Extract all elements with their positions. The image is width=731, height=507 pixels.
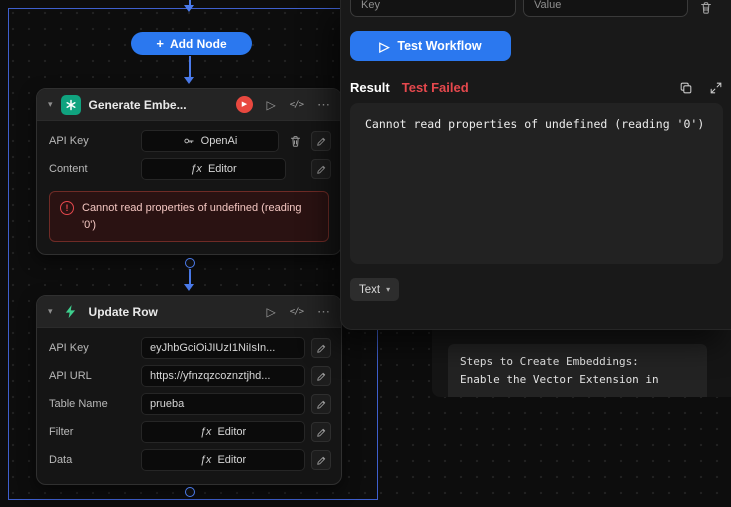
expand-icon[interactable] [709, 81, 723, 95]
field-row-content: Content ƒx Editor [37, 155, 341, 183]
field-row-table-name: Table Name prueba [37, 390, 341, 418]
more-icon[interactable]: ⋯ [317, 97, 330, 113]
output-port[interactable] [185, 258, 195, 268]
node-header: ▾ Update Row ▷ </> ⋯ [37, 296, 341, 328]
api-key-field[interactable]: OpenAi [141, 130, 279, 152]
api-url-field[interactable]: https://yfnzqzcoznztjhd... [141, 365, 305, 387]
code-line: Steps to Create Embeddings: [460, 355, 639, 368]
field-label: Table Name [49, 398, 108, 410]
edge-arrow-top [184, 5, 194, 12]
trash-icon[interactable] [285, 131, 305, 151]
field-label: API Key [49, 342, 89, 354]
chevron-down-icon[interactable]: ▾ [48, 306, 53, 317]
openai-icon [60, 94, 81, 115]
edit-pencil-icon[interactable] [311, 159, 331, 179]
data-editor-field[interactable]: ƒx Editor [141, 449, 305, 471]
result-status-badge: Test Failed [401, 80, 469, 95]
workflow-canvas[interactable]: + Add Node ▾ Generate Embe... ▶ ▷ </> ⋯ … [0, 0, 731, 507]
node-body: API Key eyJhbGciOiJIUzI1NiIsIn... API UR… [37, 328, 341, 484]
api-key-field[interactable]: eyJhbGciOiJIUzI1NiIsIn... [141, 337, 305, 359]
error-icon: ! [60, 201, 74, 215]
field-label: API Key [49, 135, 89, 147]
node-generate-embeddings[interactable]: ▾ Generate Embe... ▶ ▷ </> ⋯ API Key Ope… [36, 88, 342, 255]
field-row-filter: Filter ƒx Editor [37, 418, 341, 446]
run-node-icon[interactable]: ▷ [267, 305, 276, 319]
trash-icon[interactable] [699, 1, 713, 15]
edit-pencil-icon[interactable] [311, 131, 331, 151]
run-node-icon[interactable]: ▷ [267, 98, 276, 112]
edge-line-2 [189, 269, 191, 284]
chevron-down-icon: ▾ [386, 285, 391, 294]
field-row-data: Data ƒx Editor [37, 446, 341, 474]
result-output[interactable]: Cannot read properties of undefined (rea… [350, 103, 723, 264]
function-icon: ƒx [199, 454, 212, 466]
edit-pencil-icon[interactable] [311, 338, 331, 358]
test-workflow-button[interactable]: ▷ Test Workflow [350, 31, 511, 61]
more-icon[interactable]: ⋯ [317, 304, 330, 320]
test-workflow-label: Test Workflow [397, 39, 482, 53]
key-icon [184, 138, 194, 144]
node-title: Generate Embe... [88, 97, 187, 112]
edit-pencil-icon[interactable] [311, 422, 331, 442]
result-label: Result [350, 80, 390, 95]
error-text: Cannot read properties of undefined (rea… [82, 202, 302, 231]
value-input[interactable] [523, 0, 688, 17]
table-name-field[interactable]: prueba [141, 393, 305, 415]
background-code-block: Steps to Create Embeddings: Enable the V… [448, 344, 707, 397]
output-format-select[interactable]: Text ▾ [350, 278, 400, 301]
code-line: Enable the Vector Extension in [460, 373, 659, 387]
error-run-indicator-icon[interactable]: ▶ [235, 96, 253, 113]
copy-icon[interactable] [679, 81, 693, 95]
function-icon: ƒx [199, 426, 212, 438]
node-title: Update Row [88, 304, 158, 319]
supabase-icon [61, 302, 81, 322]
edge-arrow-1 [184, 77, 194, 84]
edit-pencil-icon[interactable] [311, 450, 331, 470]
chevron-down-icon[interactable]: ▾ [48, 99, 53, 110]
test-panel: ▷ Test Workflow Result Test Failed Canno… [340, 0, 731, 330]
content-editor-field[interactable]: ƒx Editor [141, 158, 286, 180]
node-error-message: ! Cannot read properties of undefined (r… [49, 191, 329, 242]
field-label: Filter [49, 426, 74, 438]
code-icon[interactable]: </> [290, 100, 304, 110]
background-node-output: Steps to Create Embeddings: Enable the V… [432, 330, 731, 397]
field-row-api-key: API Key OpenAi [37, 127, 341, 155]
play-icon: ▷ [379, 38, 390, 54]
node-update-row[interactable]: ▾ Update Row ▷ </> ⋯ API Key eyJhbGciOiJ… [36, 295, 342, 485]
edit-pencil-icon[interactable] [311, 394, 331, 414]
function-icon: ƒx [190, 163, 202, 175]
node-body: API Key OpenAi Content ƒx Editor ! Canno… [37, 121, 341, 254]
field-label: Data [49, 454, 73, 466]
output-port[interactable] [185, 487, 195, 497]
edge-line-1 [189, 56, 191, 77]
plus-icon: + [156, 36, 164, 51]
field-row-api-key: API Key eyJhbGciOiJIUzI1NiIsIn... [37, 334, 341, 362]
edge-arrow-2 [184, 284, 194, 291]
node-header: ▾ Generate Embe... ▶ ▷ </> ⋯ [37, 89, 341, 121]
field-row-api-url: API URL https://yfnzqzcoznztjhd... [37, 362, 341, 390]
result-header: Result Test Failed [350, 80, 723, 95]
key-input[interactable] [350, 0, 516, 17]
edit-pencil-icon[interactable] [311, 366, 331, 386]
filter-editor-field[interactable]: ƒx Editor [141, 421, 305, 443]
add-node-label: Add Node [169, 36, 227, 51]
add-node-button[interactable]: + Add Node [131, 32, 252, 55]
field-label: API URL [49, 370, 92, 382]
field-label: Content [49, 163, 88, 175]
code-icon[interactable]: </> [290, 307, 304, 317]
